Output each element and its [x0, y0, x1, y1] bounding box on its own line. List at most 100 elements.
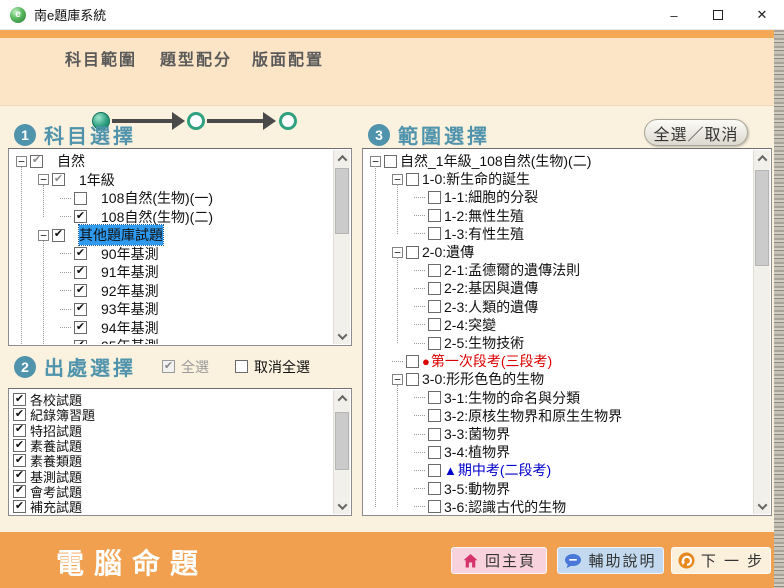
- minimize-button[interactable]: –: [652, 0, 696, 30]
- tree-checkbox[interactable]: [406, 173, 419, 186]
- tree-label[interactable]: 2-2:基因與遺傳: [444, 278, 538, 298]
- toggle-select-all-button[interactable]: 全選／取消: [644, 119, 748, 146]
- tree-label[interactable]: 2-5:生物技術: [444, 333, 524, 353]
- select-all-checkbox-group[interactable]: ✔ 全選: [162, 357, 209, 377]
- tree-label[interactable]: 第一次段考(三段考): [431, 351, 552, 371]
- tree-label[interactable]: 108自然(生物)(二): [101, 207, 213, 227]
- tree-label[interactable]: 3-4:植物界: [444, 442, 510, 462]
- tree-checkbox[interactable]: [428, 446, 441, 459]
- tree-checkbox[interactable]: [406, 373, 419, 386]
- tree-checkbox[interactable]: [428, 500, 441, 513]
- tree-label[interactable]: 2-1:孟德爾的遺傳法則: [444, 260, 580, 280]
- scroll-down-icon[interactable]: [334, 328, 350, 344]
- tree-checkbox[interactable]: [428, 337, 441, 350]
- tree-label[interactable]: 108自然(生物)(一): [101, 188, 213, 208]
- tree-checkbox[interactable]: [406, 355, 419, 368]
- expand-minus-icon[interactable]: −: [392, 374, 403, 385]
- scroll-up-icon[interactable]: [334, 150, 350, 166]
- tree-checkbox[interactable]: [428, 482, 441, 495]
- tree-label[interactable]: 1-3:有性生殖: [444, 224, 524, 244]
- tree-checkbox[interactable]: ✔: [74, 284, 87, 297]
- tree-checkbox[interactable]: ✔: [74, 321, 87, 334]
- subject-tree-scrollbar[interactable]: [333, 150, 350, 344]
- tree-label[interactable]: 92年基測: [101, 281, 159, 301]
- tree-label[interactable]: 自然_1年級_108自然(生物)(二): [400, 151, 591, 171]
- scroll-down-icon[interactable]: [754, 498, 770, 514]
- tree-checkbox[interactable]: [428, 300, 441, 313]
- tree-label[interactable]: 1年級: [79, 170, 115, 190]
- list-checkbox[interactable]: ✔: [13, 393, 26, 406]
- tree-checkbox[interactable]: [74, 192, 87, 205]
- tree-label[interactable]: 95年基測: [101, 336, 159, 344]
- tree-checkbox[interactable]: [428, 264, 441, 277]
- deselect-all-checkbox[interactable]: [235, 360, 248, 373]
- expand-minus-icon[interactable]: −: [370, 156, 381, 167]
- list-label[interactable]: 補充試題: [30, 497, 82, 514]
- tree-checkbox[interactable]: ✔: [52, 229, 65, 242]
- list-checkbox[interactable]: ✔: [13, 470, 26, 483]
- source-list-scrollbar[interactable]: [333, 390, 350, 514]
- list-checkbox[interactable]: ✔: [13, 485, 26, 498]
- close-button[interactable]: ✕: [740, 0, 784, 30]
- tree-label[interactable]: 3-6:認識古代的生物: [444, 497, 566, 514]
- tree-checkbox[interactable]: [428, 464, 441, 477]
- expand-minus-icon[interactable]: −: [38, 230, 49, 241]
- scrollbar-thumb[interactable]: [335, 412, 349, 470]
- tree-checkbox[interactable]: [406, 246, 419, 259]
- tree-label[interactable]: 1-2:無性生殖: [444, 206, 524, 226]
- home-button[interactable]: 回主頁: [451, 547, 547, 574]
- tree-checkbox[interactable]: ✔: [52, 173, 65, 186]
- list-checkbox[interactable]: ✔: [13, 408, 26, 421]
- tree-label[interactable]: 期中考(二段考): [458, 460, 551, 480]
- tree-label[interactable]: 3-0:形形色色的生物: [422, 369, 544, 389]
- tree-label[interactable]: 94年基測: [101, 318, 159, 338]
- maximize-button[interactable]: [696, 0, 740, 30]
- tree-checkbox[interactable]: [428, 318, 441, 331]
- tree-label[interactable]: 其他題庫試題: [79, 225, 163, 245]
- tree-label[interactable]: 3-5:動物界: [444, 479, 510, 499]
- expand-minus-icon[interactable]: −: [16, 156, 27, 167]
- tree-checkbox[interactable]: ✔: [74, 247, 87, 260]
- range-tree-scrollbar[interactable]: [753, 150, 770, 514]
- tree-checkbox[interactable]: ✔: [74, 210, 87, 223]
- tree-label[interactable]: 2-4:突變: [444, 315, 496, 335]
- select-all-checkbox[interactable]: ✔: [162, 360, 175, 373]
- next-step-button[interactable]: 下 一 步: [671, 547, 771, 574]
- tree-label[interactable]: 1-0:新生命的誕生: [422, 169, 530, 189]
- tree-checkbox[interactable]: [428, 209, 441, 222]
- tree-checkbox[interactable]: ✔: [30, 155, 43, 168]
- tree-label[interactable]: 2-0:遺傳: [422, 242, 474, 262]
- deselect-all-checkbox-group[interactable]: 取消全選: [235, 357, 310, 377]
- tree-label[interactable]: 3-1:生物的命名與分類: [444, 388, 580, 408]
- help-button[interactable]: 輔助說明: [557, 547, 664, 574]
- tree-checkbox[interactable]: ✔: [74, 340, 87, 344]
- tree-checkbox[interactable]: [428, 391, 441, 404]
- scrollbar-thumb[interactable]: [755, 170, 769, 266]
- tree-label[interactable]: 1-1:細胞的分裂: [444, 187, 538, 207]
- tree-checkbox[interactable]: ✔: [74, 303, 87, 316]
- tree-label[interactable]: 自然: [57, 151, 85, 171]
- list-checkbox[interactable]: ✔: [13, 454, 26, 467]
- scrollbar-thumb[interactable]: [335, 168, 349, 234]
- list-checkbox[interactable]: ✔: [13, 424, 26, 437]
- tree-checkbox[interactable]: [428, 282, 441, 295]
- tree-checkbox[interactable]: [384, 155, 397, 168]
- list-checkbox[interactable]: ✔: [13, 439, 26, 452]
- expand-minus-icon[interactable]: −: [392, 247, 403, 258]
- tree-checkbox[interactable]: [428, 409, 441, 422]
- tree-checkbox[interactable]: [428, 191, 441, 204]
- tree-checkbox[interactable]: [428, 227, 441, 240]
- tree-label[interactable]: 90年基測: [101, 244, 159, 264]
- tree-checkbox[interactable]: [428, 428, 441, 441]
- expand-minus-icon[interactable]: −: [38, 174, 49, 185]
- tree-checkbox[interactable]: ✔: [74, 266, 87, 279]
- tree-label[interactable]: 3-2:原核生物界和原生生物界: [444, 406, 622, 426]
- tree-label[interactable]: 2-3:人類的遺傳: [444, 297, 538, 317]
- scroll-up-icon[interactable]: [334, 390, 350, 406]
- list-checkbox[interactable]: ✔: [13, 500, 26, 513]
- tree-label[interactable]: 93年基測: [101, 299, 159, 319]
- tree-label[interactable]: 91年基測: [101, 262, 159, 282]
- scroll-up-icon[interactable]: [754, 150, 770, 166]
- tree-label[interactable]: 3-3:菌物界: [444, 424, 510, 444]
- expand-minus-icon[interactable]: −: [392, 174, 403, 185]
